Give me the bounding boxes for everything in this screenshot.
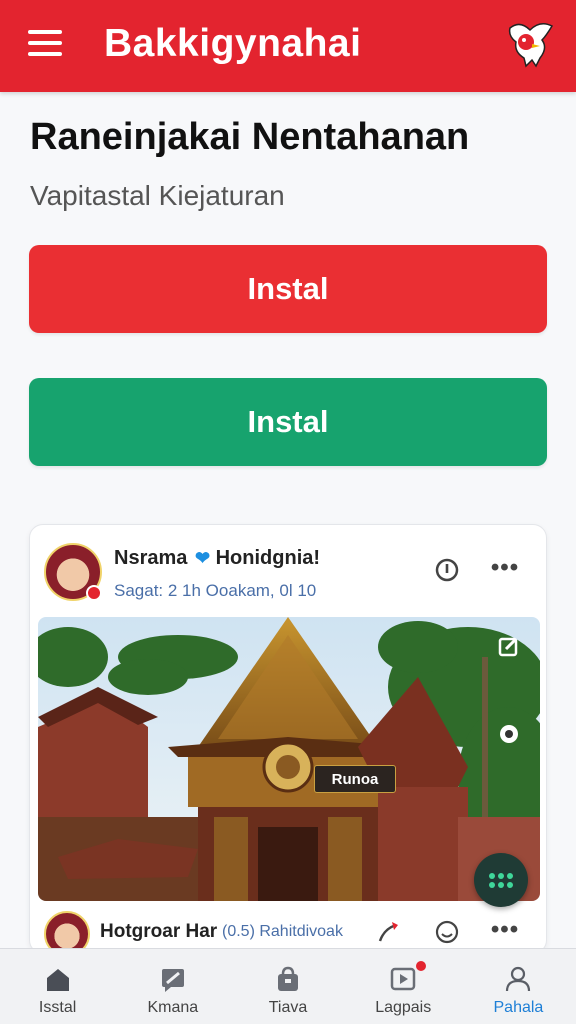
bag-icon <box>278 966 298 991</box>
install-button-primary[interactable]: Instal <box>29 245 547 333</box>
more-options-icon[interactable]: ••• <box>490 553 520 583</box>
play-icon <box>390 967 416 991</box>
nav-item-play[interactable]: Lagpais <box>346 949 461 1024</box>
post-author[interactable]: Nsrama ❤ Honidgnia! <box>114 547 320 570</box>
verified-icon: ❤ <box>194 548 211 568</box>
page-subtitle: Vapitastal Kiejaturan <box>30 180 285 211</box>
bottom-nav: Isstal Kmana Tiava Lagpais Pahala <box>0 948 576 1024</box>
author-name: Nsrama <box>114 547 188 569</box>
share-icon[interactable] <box>374 917 404 947</box>
app-title: Bakkigynahai <box>104 22 362 65</box>
post-card: Nsrama ❤ Honidgnia! Sagat: 2 1h Ooakam, … <box>29 524 547 954</box>
post-image[interactable]: Runoa <box>38 617 540 901</box>
status-dot <box>86 585 102 601</box>
comment-more-icon[interactable]: ••• <box>490 915 520 945</box>
hamburger-icon[interactable] <box>28 30 62 60</box>
nav-item-chat[interactable]: Kmana <box>115 949 230 1024</box>
emoji-icon[interactable] <box>432 917 462 947</box>
post-meta: Sagat: 2 1h Ooakam, 0l 10 <box>114 581 317 600</box>
nav-label: Lagpais <box>375 999 432 1016</box>
comment-meta: (0.5) Rahitdivoak <box>222 923 343 940</box>
edit-icon[interactable] <box>496 633 522 659</box>
profile-icon <box>506 966 531 992</box>
author-handle: Honidgnia! <box>215 547 321 569</box>
app-bar: Bakkigynahai <box>0 0 576 92</box>
apps-grid-button[interactable] <box>474 853 528 907</box>
notification-badge <box>413 959 428 973</box>
nav-label: Tiava <box>268 999 308 1016</box>
page-title: Raneinjakai Nentahanan <box>30 116 470 158</box>
image-caption: Runoa <box>314 765 396 793</box>
nav-label: Kmana <box>147 999 199 1016</box>
bird-logo-icon[interactable] <box>502 14 558 70</box>
avatar[interactable] <box>44 543 102 601</box>
camera-icon[interactable] <box>496 721 522 747</box>
install-button-secondary[interactable]: Instal <box>29 378 547 466</box>
home-icon <box>46 969 69 991</box>
nav-label: Pahala <box>493 999 544 1016</box>
nav-label: Isstal <box>38 999 77 1016</box>
nav-item-bag[interactable]: Tiava <box>230 949 345 1024</box>
chat-edit-icon <box>161 969 184 992</box>
grid-icon <box>489 872 513 888</box>
nav-item-profile[interactable]: Pahala <box>461 949 576 1024</box>
comment-author[interactable]: Hotgroar Har <box>100 921 217 943</box>
nav-item-home[interactable]: Isstal <box>0 949 115 1024</box>
info-icon[interactable] <box>432 555 462 585</box>
